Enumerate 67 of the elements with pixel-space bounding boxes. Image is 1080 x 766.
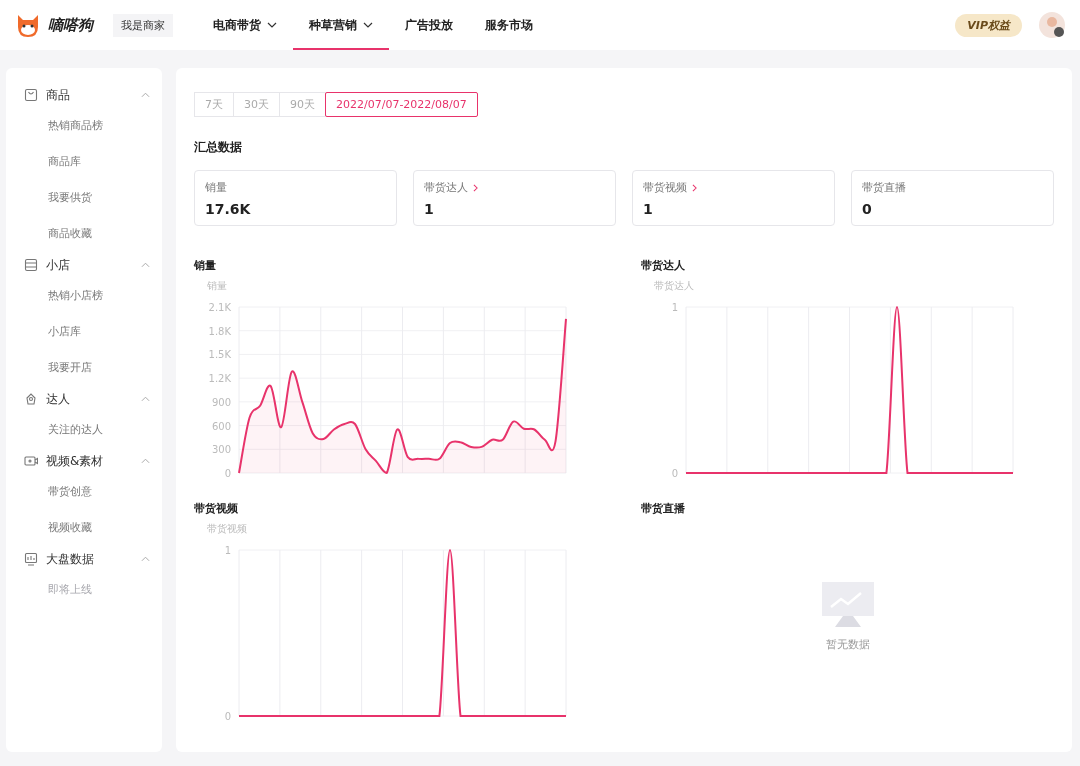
- stat-label: 带货视频: [643, 180, 687, 195]
- sidebar-group[interactable]: 商品: [6, 82, 162, 108]
- axis-tick-label: 1.8K: [208, 325, 231, 337]
- chart-title: 带货达人: [641, 258, 686, 273]
- chart-title: 带货直播: [641, 501, 686, 516]
- axis-tick-label: 600: [211, 420, 231, 432]
- chart-board-icon: [24, 552, 38, 566]
- stat-value: 17.6K: [205, 201, 252, 217]
- axis-tick-label: 900: [211, 396, 231, 408]
- role-switch-button[interactable]: 我是商家: [113, 13, 173, 37]
- sidebar-item[interactable]: 小店库: [6, 314, 162, 350]
- chevron-down-icon: [267, 22, 277, 28]
- chevron-right-icon[interactable]: [692, 183, 697, 192]
- axis-tick-label: 0: [671, 468, 678, 479]
- vip-badge[interactable]: VIP权益: [955, 13, 1022, 37]
- sidebar-group[interactable]: 视频&素材: [6, 448, 162, 474]
- chart-title: 带货视频: [194, 501, 239, 516]
- avatar-icon[interactable]: [1038, 11, 1066, 39]
- chevron-right-icon[interactable]: [473, 183, 478, 192]
- stat-value: 1: [643, 201, 654, 217]
- chevron-icon: [141, 556, 150, 562]
- sidebar-group[interactable]: 达人: [6, 386, 162, 412]
- chevron-down-icon: [363, 22, 373, 28]
- sidebar-item[interactable]: 商品收藏: [6, 216, 162, 252]
- stat-label: 销量: [205, 180, 227, 195]
- sidebar-item[interactable]: 我要供货: [6, 180, 162, 216]
- sidebar-item[interactable]: 带货创意: [6, 474, 162, 510]
- axis-tick-label: 300: [211, 444, 231, 456]
- chevron-icon: [141, 458, 150, 464]
- axis-tick-label: 1: [224, 545, 231, 556]
- chart-title: 销量: [194, 258, 217, 273]
- stat-value: 1: [424, 201, 435, 217]
- nav-tab[interactable]: 广告投放: [389, 0, 469, 50]
- nav-tab[interactable]: 服务市场: [469, 0, 549, 50]
- axis-title: 销量: [207, 280, 227, 291]
- sidebar-item[interactable]: 我要开店: [6, 350, 162, 386]
- nav-tab[interactable]: 种草营销: [293, 0, 389, 50]
- sidebar-group[interactable]: 大盘数据: [6, 546, 162, 572]
- stat-value: 0: [862, 201, 873, 217]
- stat-label: 带货直播: [862, 180, 906, 195]
- sidebar-item[interactable]: 关注的达人: [6, 412, 162, 448]
- chevron-icon: [141, 396, 150, 402]
- sidebar-group[interactable]: 小店: [6, 252, 162, 278]
- person-icon: [24, 392, 38, 406]
- axis-tick-label: 1.5K: [208, 349, 231, 361]
- nav-tab[interactable]: 电商带货: [197, 0, 293, 50]
- stat-label: 带货达人: [424, 180, 468, 195]
- brand-name: 嘀嗒狗: [48, 15, 93, 35]
- chevron-icon: [141, 92, 150, 98]
- axis-tick-label: 0: [224, 711, 231, 722]
- sidebar-item[interactable]: 视频收藏: [6, 510, 162, 546]
- shop-icon: [24, 258, 38, 272]
- axis-tick-label: 2.1K: [208, 302, 231, 313]
- date-range-tab[interactable]: 2022/07/07-2022/08/07: [325, 92, 478, 117]
- sidebar-item[interactable]: 热销小店榜: [6, 278, 162, 314]
- axis-title: 带货达人: [654, 280, 694, 291]
- chevron-icon: [141, 262, 150, 268]
- empty-monitor-icon: [820, 580, 875, 629]
- axis-tick-label: 1.2K: [208, 373, 231, 385]
- axis-tick-label: 1: [671, 302, 678, 313]
- empty-state-text: 暂无数据: [825, 636, 870, 652]
- video-icon: [24, 454, 38, 468]
- sidebar-item[interactable]: 热销商品榜: [6, 108, 162, 144]
- section-title: 汇总数据: [194, 139, 243, 156]
- sidebar-item[interactable]: 商品库: [6, 144, 162, 180]
- bag-icon: [24, 88, 38, 102]
- axis-tick-label: 0: [224, 468, 231, 479]
